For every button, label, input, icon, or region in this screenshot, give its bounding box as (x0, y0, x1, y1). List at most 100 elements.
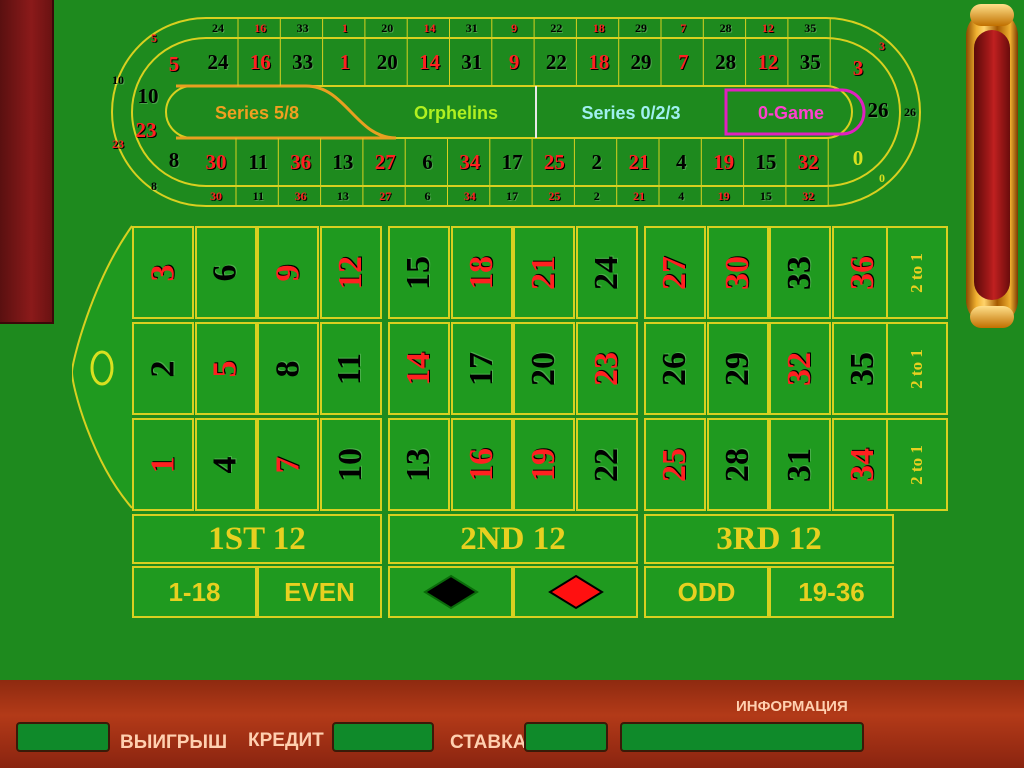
race-number[interactable]: 19 (704, 142, 744, 182)
race-number-small: 28 (719, 21, 732, 35)
race-number[interactable]: 14 (410, 42, 450, 82)
even-bet[interactable]: EVEN (257, 566, 382, 618)
win-label: ВЫИГРЫШ (120, 732, 228, 753)
race-number[interactable]: 34 (450, 142, 490, 182)
zero-game-section[interactable]: 0-Game (736, 96, 846, 130)
number-label: 17 (462, 351, 500, 386)
number-cell[interactable]: 16 (450, 418, 513, 511)
number-cell[interactable]: 30 (706, 226, 769, 319)
number-label: 3 (144, 264, 181, 281)
series-0-2-3-section[interactable]: Series 0/2/3 (551, 96, 711, 130)
race-number[interactable]: 4 (661, 142, 701, 182)
number-cell[interactable]: 15 (388, 226, 450, 319)
info-label[interactable]: ИНФОРМАЦИЯ (736, 698, 848, 715)
red-bet[interactable] (513, 566, 638, 618)
race-number[interactable]: 32 (788, 142, 828, 182)
race-number[interactable]: 31 (452, 42, 492, 82)
orphelins-section[interactable]: Orphelins (386, 96, 526, 130)
number-cell[interactable]: 7 (257, 418, 319, 511)
race-number[interactable]: 1 (325, 42, 365, 82)
column-label: 2 to 1 (906, 348, 926, 389)
number-cell[interactable]: 34 (831, 418, 894, 511)
number-cell[interactable]: 24 (575, 226, 638, 319)
number-cell[interactable]: 32 (769, 322, 831, 415)
dozen-bet[interactable]: 1ST 12 (132, 514, 382, 564)
race-number[interactable]: 29 (621, 42, 661, 82)
race-number-small: 15 (759, 189, 772, 203)
number-cell[interactable]: 6 (194, 226, 257, 319)
column-bet-2to1[interactable]: 2 to 1 (886, 322, 948, 415)
number-cell[interactable]: 26 (644, 322, 706, 415)
race-number[interactable]: 21 (619, 142, 659, 182)
number-cell[interactable]: 27 (644, 226, 706, 319)
win-field (16, 722, 110, 752)
race-number[interactable]: 2 (577, 142, 617, 182)
race-number[interactable]: 7 (663, 42, 703, 82)
race-number[interactable]: 35 (790, 42, 830, 82)
dozen-bet[interactable]: 3RD 12 (644, 514, 894, 564)
number-cell[interactable]: 36 (831, 226, 894, 319)
race-number[interactable]: 22 (536, 42, 576, 82)
race-number[interactable]: 33 (283, 42, 323, 82)
number-cell[interactable]: 1 (132, 418, 194, 511)
number-cell[interactable]: 21 (513, 226, 575, 319)
race-number[interactable]: 11 (238, 142, 278, 182)
race-number[interactable]: 27 (365, 142, 405, 182)
number-cell[interactable]: 28 (706, 418, 769, 511)
column-bet-2to1[interactable]: 2 to 1 (886, 226, 948, 319)
number-cell[interactable]: 33 (769, 226, 831, 319)
race-number[interactable]: 17 (492, 142, 532, 182)
number-cell[interactable]: 25 (644, 418, 706, 511)
race-number-small: 11 (252, 189, 264, 203)
number-cell[interactable]: 19 (513, 418, 575, 511)
race-number[interactable]: 16 (240, 42, 280, 82)
race-number[interactable]: 24 (198, 42, 238, 82)
number-cell[interactable]: 22 (575, 418, 638, 511)
number-label: 27 (656, 255, 693, 290)
race-number[interactable]: 25 (534, 142, 574, 182)
number-cell[interactable]: 8 (257, 322, 319, 415)
number-label: 36 (843, 255, 881, 290)
number-cell[interactable]: 9 (257, 226, 319, 319)
race-number[interactable]: 9 (494, 42, 534, 82)
number-cell[interactable]: 10 (319, 418, 382, 511)
race-number[interactable]: 18 (579, 42, 619, 82)
race-number[interactable]: 20 (367, 42, 407, 82)
number-cell[interactable]: 23 (575, 322, 638, 415)
race-number[interactable]: 8 (154, 140, 194, 180)
number-cell[interactable]: 14 (388, 322, 450, 415)
number-cell[interactable]: 4 (194, 418, 257, 511)
column-bet-2to1[interactable]: 2 to 1 (886, 418, 948, 511)
number-cell[interactable]: 17 (450, 322, 513, 415)
race-number-small: 26 (904, 105, 916, 119)
number-cell[interactable]: 31 (769, 418, 831, 511)
dozen-bet[interactable]: 2ND 12 (388, 514, 638, 564)
zero-pocket[interactable] (72, 226, 130, 508)
low-1-18-bet[interactable]: 1-18 (132, 566, 257, 618)
number-label: 7 (269, 456, 306, 473)
number-cell[interactable]: 11 (319, 322, 382, 415)
black-bet[interactable] (388, 566, 513, 618)
race-number[interactable]: 6 (408, 142, 448, 182)
number-cell[interactable]: 13 (388, 418, 450, 511)
number-cell[interactable]: 20 (513, 322, 575, 415)
race-number-small: 2 (593, 189, 600, 203)
race-number[interactable]: 30 (196, 142, 236, 182)
race-number[interactable]: 12 (748, 42, 788, 82)
race-number[interactable]: 13 (323, 142, 363, 182)
race-number[interactable]: 36 (281, 142, 321, 182)
info-field (620, 722, 864, 752)
number-cell[interactable]: 35 (831, 322, 894, 415)
race-number[interactable]: 28 (706, 42, 746, 82)
number-cell[interactable]: 2 (132, 322, 194, 415)
odd-bet[interactable]: ODD (644, 566, 769, 618)
number-cell[interactable]: 18 (450, 226, 513, 319)
number-cell[interactable]: 29 (706, 322, 769, 415)
number-cell[interactable]: 3 (132, 226, 194, 319)
race-number-small: 20 (381, 21, 394, 35)
series-5-8-section[interactable]: Series 5/8 (192, 96, 322, 130)
race-number[interactable]: 15 (746, 142, 786, 182)
number-cell[interactable]: 12 (319, 226, 382, 319)
high-19-36-bet[interactable]: 19-36 (769, 566, 894, 618)
number-cell[interactable]: 5 (194, 322, 257, 415)
